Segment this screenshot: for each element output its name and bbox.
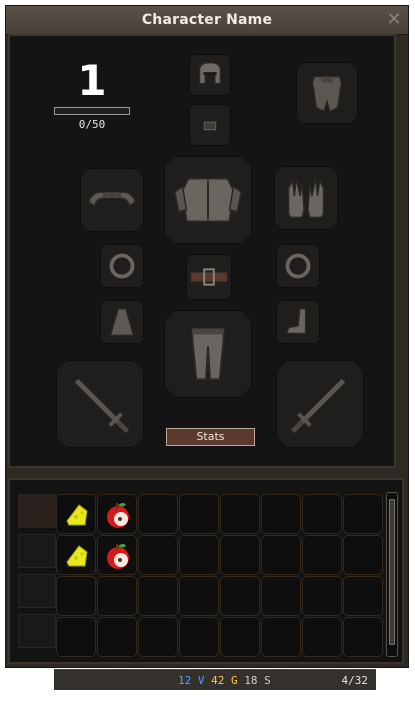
slot-weapon-main[interactable] <box>56 360 144 448</box>
stats-button[interactable]: Stats <box>166 428 255 446</box>
inventory-slot[interactable] <box>302 494 342 534</box>
inventory-slot[interactable] <box>220 617 260 657</box>
inventory-slot[interactable] <box>220 576 260 616</box>
slot-shoulders[interactable] <box>80 168 144 232</box>
sword-icon <box>290 378 346 434</box>
inventory-slot[interactable] <box>56 535 96 575</box>
slot-neck[interactable] <box>189 104 231 146</box>
inventory-scrollbar[interactable] <box>386 492 398 657</box>
window-title: Character Name <box>141 12 273 28</box>
leg-armor-icon <box>191 327 225 381</box>
slot-ring-left[interactable] <box>100 244 144 288</box>
inventory-slot[interactable] <box>97 576 137 616</box>
currency-s: 18 S <box>244 674 271 687</box>
inventory-slot[interactable] <box>56 617 96 657</box>
inventory-slot[interactable] <box>343 494 383 534</box>
xp-text: 0/50 <box>78 118 106 131</box>
apple-icon <box>107 503 129 528</box>
shoulders-icon <box>87 191 137 207</box>
inventory-slot[interactable] <box>343 617 383 657</box>
title-bar[interactable]: Character Name ✕ <box>6 6 408 35</box>
currency-g: 42 G <box>211 674 238 687</box>
inventory-slot[interactable] <box>179 617 219 657</box>
slot-legs[interactable] <box>164 310 252 398</box>
inventory-slot[interactable] <box>138 576 178 616</box>
gloves-icon <box>287 178 325 219</box>
inventory-tab-3[interactable] <box>18 574 56 608</box>
level-number: 1 <box>77 56 107 105</box>
amulet-icon <box>203 121 217 131</box>
ring-icon <box>285 253 311 279</box>
inventory-footer: 12 V 42 G 18 S 4/32 <box>54 669 376 690</box>
inventory-slot[interactable] <box>138 617 178 657</box>
inventory-slot[interactable] <box>220 535 260 575</box>
sword-icon <box>74 378 130 434</box>
inventory-slot[interactable] <box>302 576 342 616</box>
close-icon[interactable]: ✕ <box>384 10 404 30</box>
slot-cape[interactable] <box>296 62 358 124</box>
slot-boots[interactable] <box>276 300 320 344</box>
chest-armor-icon <box>173 177 243 223</box>
inventory-slot[interactable] <box>261 494 301 534</box>
slot-head[interactable] <box>189 54 231 96</box>
ring-icon <box>109 253 135 279</box>
scrollbar-thumb[interactable] <box>389 499 395 645</box>
inventory-slot[interactable] <box>343 576 383 616</box>
inventory-slot[interactable] <box>179 576 219 616</box>
inventory-tab-2[interactable] <box>18 534 56 568</box>
inventory-slot[interactable] <box>97 617 137 657</box>
inventory-slot[interactable] <box>302 617 342 657</box>
cloak-icon <box>109 307 135 337</box>
inventory-slot[interactable] <box>261 576 301 616</box>
slot-gloves[interactable] <box>274 166 338 230</box>
cheese-icon <box>66 545 88 567</box>
cape-icon <box>311 75 343 113</box>
apple-icon <box>107 544 129 569</box>
inventory-slot[interactable] <box>97 494 137 534</box>
slot-back[interactable] <box>100 300 144 344</box>
inventory-slot[interactable] <box>138 494 178 534</box>
xp-bar <box>54 107 130 115</box>
inventory-slot[interactable] <box>343 535 383 575</box>
inventory-tab-4[interactable] <box>18 614 56 648</box>
inventory-slot[interactable] <box>261 617 301 657</box>
inventory-slot[interactable] <box>302 535 342 575</box>
inventory-slot[interactable] <box>56 576 96 616</box>
slot-weapon-off[interactable] <box>276 360 364 448</box>
currency-v: 12 V <box>178 674 205 687</box>
inventory-slot[interactable] <box>56 494 96 534</box>
inventory-slot[interactable] <box>179 494 219 534</box>
slot-belt[interactable] <box>186 254 232 300</box>
slot-chest[interactable] <box>164 156 252 244</box>
currency-display: 12 V 42 G 18 S <box>178 674 271 687</box>
inventory-slot[interactable] <box>138 535 178 575</box>
belt-icon <box>190 268 228 286</box>
inventory-slot[interactable] <box>261 535 301 575</box>
cheese-icon <box>66 504 88 526</box>
slot-ring-right[interactable] <box>276 244 320 288</box>
boot-icon <box>285 307 307 335</box>
inventory-slot[interactable] <box>220 494 260 534</box>
helmet-icon <box>198 61 222 85</box>
inventory-tab-1[interactable] <box>18 494 56 528</box>
inventory-slot[interactable] <box>179 535 219 575</box>
inventory-slot[interactable] <box>97 535 137 575</box>
inventory-capacity: 4/32 <box>341 674 369 687</box>
